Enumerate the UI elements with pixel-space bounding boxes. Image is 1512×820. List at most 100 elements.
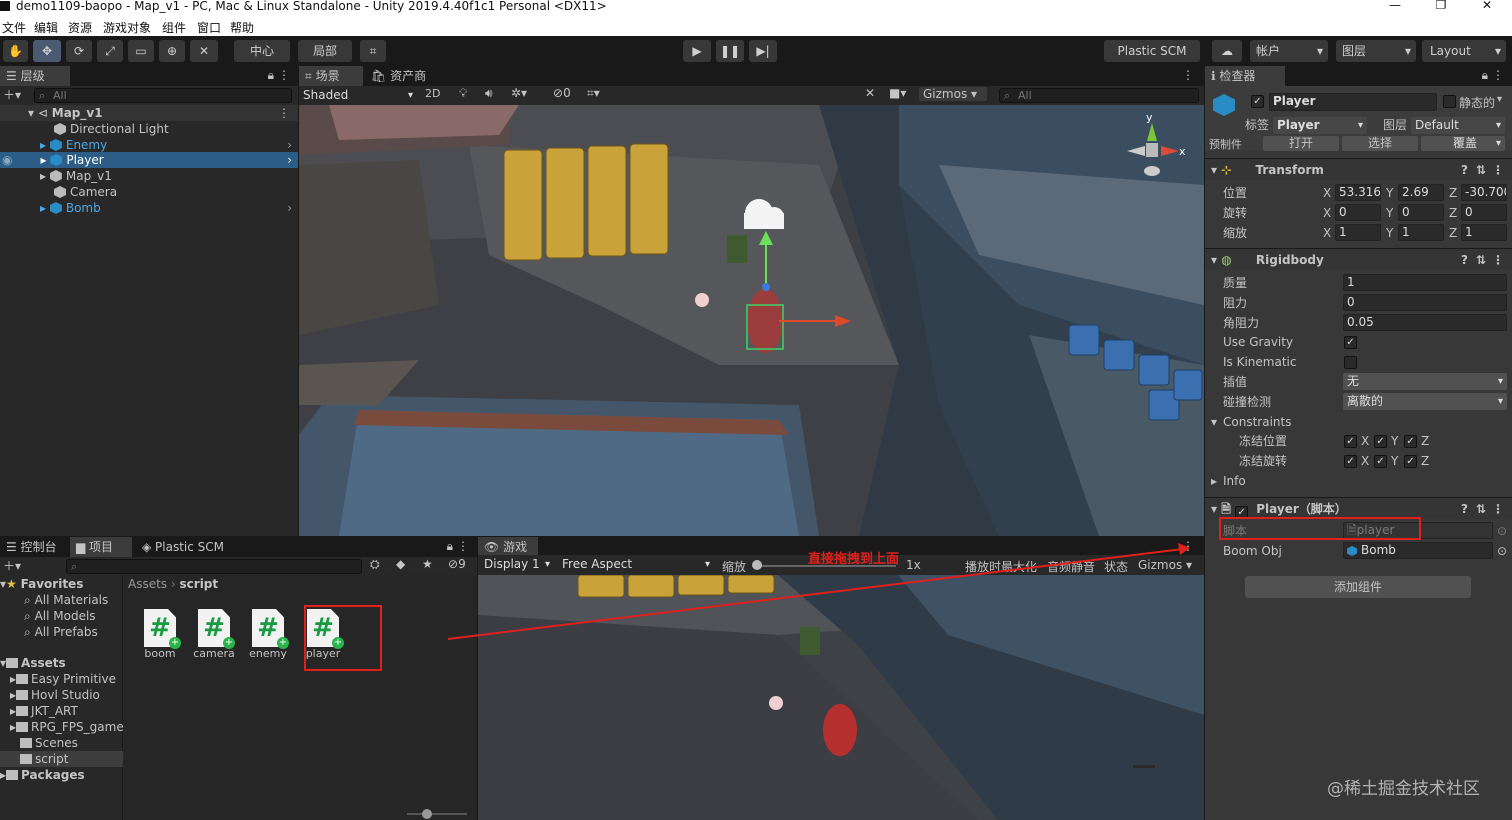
help-icon[interactable]: ? (1461, 159, 1468, 181)
mass-field[interactable]: 1 (1343, 274, 1507, 291)
scene-orientation-gizmo[interactable]: y x (1117, 111, 1187, 183)
packages-header[interactable]: ▸ Packages (0, 767, 85, 783)
filter-type-icon[interactable]: ⛭ (370, 557, 380, 572)
shading-dropdown[interactable]: Shaded (299, 87, 417, 104)
more-menu-icon[interactable]: ⋮ (278, 68, 290, 82)
favorite-item[interactable]: ⌕ All Prefabs (0, 624, 98, 640)
scene-row[interactable]: ▾ ⊲ Map_v1 ⋮ (0, 105, 298, 121)
menu-gameobject[interactable]: 游戏对象 (103, 19, 151, 36)
pivot-center-button[interactable]: 中心 (234, 40, 290, 62)
hierarchy-search-input[interactable]: ⌕ All (34, 88, 292, 103)
object-picker-icon[interactable]: ⊙ (1497, 521, 1507, 541)
preset-icon[interactable]: ⇅ (1476, 159, 1486, 181)
rotation-z-field[interactable]: 0 (1461, 204, 1507, 221)
gizmos-dropdown[interactable]: Gizmos ▾ (919, 87, 987, 101)
chevron-right-icon[interactable]: › (287, 152, 292, 168)
angular-drag-field[interactable]: 0.05 (1343, 314, 1507, 331)
audio-icon[interactable]: 🔊︎ (485, 86, 493, 101)
chevron-right-icon[interactable]: › (287, 137, 292, 153)
script-asset[interactable]: # + camera (187, 609, 241, 660)
scene-menu-icon[interactable]: ⋮ (278, 105, 290, 121)
layers-dropdown[interactable]: 图层 ▾ (1336, 40, 1416, 62)
favorite-star-icon[interactable]: ★ (422, 557, 433, 571)
use-gravity-checkbox[interactable]: ✓ (1344, 336, 1357, 349)
object-picker-icon[interactable]: ⊙ (1497, 541, 1507, 561)
hierarchy-item[interactable]: ▸ Bomb › (0, 200, 298, 216)
active-checkbox[interactable]: ✓ (1251, 95, 1264, 108)
folder-item[interactable]: ▸ Hovl Studio (0, 687, 100, 703)
icon-size-slider[interactable] (407, 813, 467, 815)
preset-icon[interactable]: ⇅ (1476, 249, 1486, 271)
grid-snap-icon[interactable]: ⌗ (360, 40, 386, 62)
tag-dropdown[interactable]: Player (1273, 117, 1367, 134)
grid-icon[interactable]: ⌗▾ (587, 86, 600, 101)
freeze-rot-x-checkbox[interactable]: ✓ (1344, 455, 1357, 468)
help-icon[interactable]: ? (1461, 498, 1468, 520)
transform-header[interactable]: ▾ ⊹ Transform ? ⇅ ⋮ (1205, 158, 1512, 180)
add-icon[interactable]: ＋▾ (3, 86, 21, 103)
add-icon[interactable]: ＋▾ (3, 557, 21, 574)
mode-2d-toggle[interactable]: 2D (425, 87, 447, 100)
layout-dropdown[interactable]: Layout ▾ (1422, 40, 1506, 62)
pivot-local-button[interactable]: 局部 (298, 40, 352, 62)
prefab-override-dropdown[interactable]: 覆盖 (1421, 136, 1505, 151)
scale-z-field[interactable]: 1 (1461, 224, 1507, 241)
drag-field[interactable]: 0 (1343, 294, 1507, 311)
plastic-scm-button[interactable]: Plastic SCM (1104, 40, 1200, 62)
rect-tool-icon[interactable]: ▭ (128, 40, 154, 62)
player-script-header[interactable]: ▾ 🗎︎ ✓ Player（脚本） ? ⇅ ⋮ (1205, 497, 1512, 519)
freeze-rot-y-checkbox[interactable]: ✓ (1374, 455, 1387, 468)
interpolate-dropdown[interactable]: 无 (1343, 373, 1507, 390)
tab-scene[interactable]: ⌗ 场景 (299, 66, 363, 86)
effects-icon[interactable]: ✲▾ (511, 86, 527, 100)
slider-handle[interactable] (422, 809, 432, 819)
favorite-item[interactable]: ⌕ All Models (0, 608, 96, 624)
lighting-icon[interactable]: 💡︎ (459, 86, 467, 101)
rotation-y-field[interactable]: 0 (1398, 204, 1444, 221)
scene-viewport[interactable]: y x (299, 105, 1204, 536)
position-y-field[interactable]: 2.69 (1398, 184, 1444, 201)
layer-dropdown[interactable]: Default (1411, 117, 1505, 134)
chevron-down-icon[interactable]: ▾ (1497, 94, 1502, 105)
lock-icon[interactable]: 🔒︎ (268, 68, 274, 83)
tab-asset-store[interactable]: 🛍︎ 资产商店 (365, 66, 441, 103)
more-menu-icon[interactable]: ⋮ (1182, 68, 1194, 82)
folder-item-selected[interactable]: script (0, 751, 123, 767)
collision-dropdown[interactable]: 离散的 (1343, 393, 1507, 410)
tab-inspector[interactable]: ℹ 检查器 (1205, 66, 1285, 86)
pause-button[interactable]: ❚❚ (716, 40, 744, 62)
folder-item[interactable]: ▸ RPG_FPS_game (0, 719, 124, 735)
component-menu-icon[interactable]: ⋮ (1492, 498, 1504, 520)
tools-icon[interactable]: ✕ (865, 86, 875, 100)
transform-tool-icon[interactable]: ⊕ (159, 40, 185, 62)
rigidbody-header[interactable]: ▾ ◍ Rigidbody ? ⇅ ⋮ (1205, 248, 1512, 270)
step-button[interactable]: ▶| (749, 40, 777, 62)
more-menu-icon[interactable]: ⋮ (1492, 68, 1504, 82)
chevron-right-icon[interactable]: › (287, 200, 292, 216)
preset-icon[interactable]: ⇅ (1476, 498, 1486, 520)
project-search-input[interactable]: ⌕ (66, 559, 362, 574)
freeze-pos-z-checkbox[interactable]: ✓ (1404, 435, 1417, 448)
account-dropdown[interactable]: 帐户 ▾ (1250, 40, 1328, 62)
assets-header[interactable]: ▾ Assets (0, 655, 66, 671)
breadcrumb-root[interactable]: Assets (128, 577, 167, 591)
menu-file[interactable]: 文件 (2, 19, 26, 36)
constraints-row[interactable]: ▾ Constraints (1205, 412, 1512, 432)
hierarchy-item[interactable]: ▸ Map_v1 (0, 168, 298, 184)
script-asset[interactable]: # + enemy (241, 609, 295, 660)
help-icon[interactable]: ? (1461, 249, 1468, 271)
breadcrumb-current[interactable]: script (180, 577, 219, 591)
rotate-tool-icon[interactable]: ⟳ (66, 40, 92, 62)
add-component-button[interactable]: 添加组件 (1245, 576, 1471, 598)
folder-item[interactable]: ▸ Easy Primitive (0, 671, 116, 687)
prefab-select-button[interactable]: 选择 (1342, 136, 1418, 151)
hierarchy-item[interactable]: ▸ Enemy › (0, 137, 298, 153)
custom-tool-icon[interactable]: ✕ (190, 40, 218, 62)
hidden-objects-icon[interactable]: ⊘0 (553, 86, 571, 100)
freeze-rot-z-checkbox[interactable]: ✓ (1404, 455, 1417, 468)
camera-icon[interactable]: ■▾ (889, 86, 906, 100)
menu-assets[interactable]: 资源 (68, 19, 92, 36)
menu-window[interactable]: 窗口 (197, 19, 221, 36)
hierarchy-item[interactable]: Camera (0, 184, 298, 200)
scale-y-field[interactable]: 1 (1398, 224, 1444, 241)
